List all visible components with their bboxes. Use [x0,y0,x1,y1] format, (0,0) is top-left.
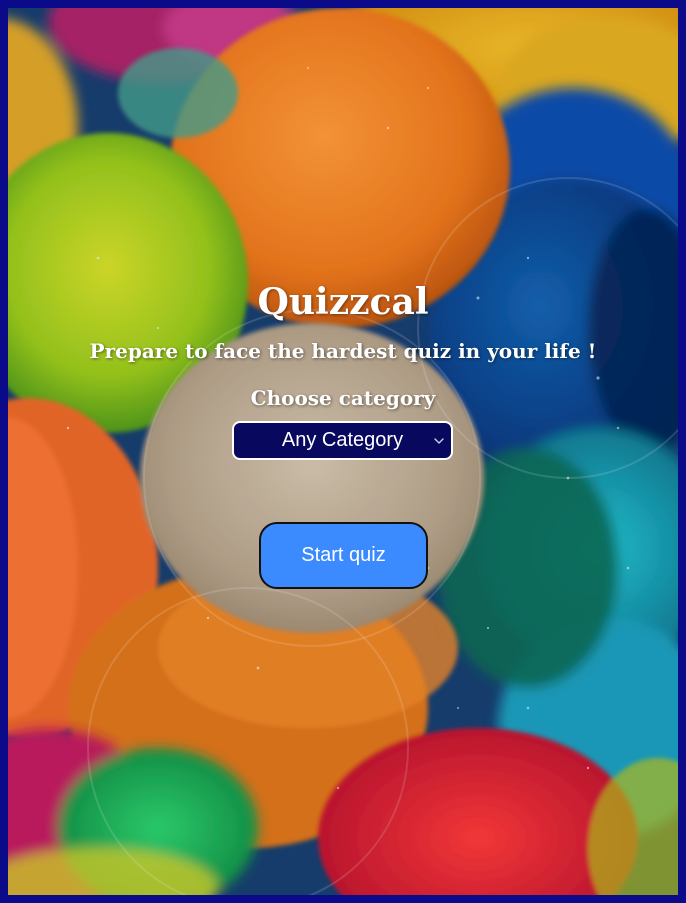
chevron-down-icon [433,432,445,448]
page-frame: Quizzcal Prepare to face the hardest qui… [8,8,678,895]
app-title: Quizzcal [257,281,429,323]
category-label: Choose category [250,386,436,410]
start-quiz-button[interactable]: Start quiz [259,522,428,589]
category-select-value: Any Category [281,429,404,451]
main-panel: Quizzcal Prepare to face the hardest qui… [8,8,678,895]
start-quiz-label: Start quiz [301,544,386,566]
app-tagline: Prepare to face the hardest quiz in your… [89,339,597,363]
category-select[interactable]: Any Category [232,421,453,460]
